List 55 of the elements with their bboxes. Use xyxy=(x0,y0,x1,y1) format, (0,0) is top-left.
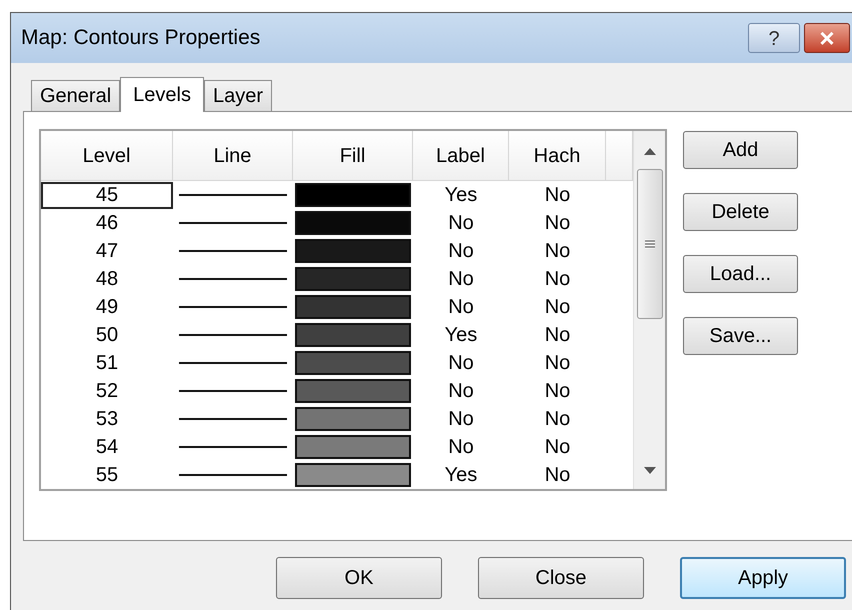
tab[interactable]: General xyxy=(31,80,120,111)
level-cell[interactable]: 55 xyxy=(41,462,173,488)
hach-cell-text: No xyxy=(544,463,572,488)
label-cell-text: No xyxy=(447,267,475,292)
side-button[interactable]: Add xyxy=(683,131,798,169)
hach-cell-text: No xyxy=(544,295,572,320)
scroll-up-icon[interactable] xyxy=(644,147,656,155)
label-cell-text: Yes xyxy=(444,463,478,488)
label-cell-text: Yes xyxy=(444,183,478,208)
column-header[interactable]: Level xyxy=(41,131,173,180)
level-cell[interactable]: 49 xyxy=(41,294,173,320)
hach-cell-text: No xyxy=(544,323,572,348)
side-button[interactable]: Load... xyxy=(683,255,798,293)
hach-cell-text: No xyxy=(544,211,572,236)
level-cell[interactable]: 50 xyxy=(41,322,173,348)
tab[interactable]: Layer xyxy=(204,80,272,111)
column-header[interactable]: Line xyxy=(173,131,293,180)
hach-cell-text: No xyxy=(544,351,572,376)
grip-icon xyxy=(644,240,654,248)
column-header[interactable]: Hach xyxy=(509,131,606,180)
hach-cell-text: No xyxy=(544,435,572,460)
hach-cell-text: No xyxy=(544,183,572,208)
level-cell[interactable]: 45 xyxy=(41,182,173,208)
label-cell-text: No xyxy=(447,379,475,404)
label-cell-text: No xyxy=(447,211,475,236)
column-header[interactable]: Label xyxy=(413,131,509,180)
label-cell-text: Yes xyxy=(444,323,478,348)
label-cell-text: No xyxy=(447,239,475,264)
label-cell-text: No xyxy=(447,351,475,376)
dialog-button[interactable]: Close xyxy=(478,557,644,599)
level-cell[interactable]: 53 xyxy=(41,406,173,432)
dialog-button[interactable]: OK xyxy=(276,557,442,599)
scrollbar[interactable] xyxy=(633,131,665,489)
side-button[interactable]: Delete xyxy=(683,193,798,231)
level-cell[interactable]: 51 xyxy=(41,350,173,376)
hach-cell-text: No xyxy=(544,407,572,432)
dialog-button[interactable]: Apply xyxy=(680,557,846,599)
level-cell[interactable]: 54 xyxy=(41,434,173,460)
scroll-thumb[interactable] xyxy=(636,169,662,319)
label-cell-text: No xyxy=(447,407,475,432)
level-cell[interactable]: 48 xyxy=(41,266,173,292)
column-header[interactable]: Fill xyxy=(293,131,413,180)
level-cell[interactable]: 52 xyxy=(41,378,173,404)
level-cell[interactable]: 47 xyxy=(41,238,173,264)
hach-cell-text: No xyxy=(544,379,572,404)
scroll-down-icon[interactable] xyxy=(644,467,656,475)
window-title: Map: Contours Properties xyxy=(21,25,262,52)
tab[interactable]: Levels xyxy=(120,77,204,112)
level-cell[interactable]: 46 xyxy=(41,210,173,236)
label-cell-text: No xyxy=(447,435,475,460)
side-button[interactable]: Save... xyxy=(683,317,798,355)
hach-cell-text: No xyxy=(544,239,572,264)
label-cell-text: No xyxy=(447,295,475,320)
hach-cell-text: No xyxy=(544,267,572,292)
help-button[interactable]: ? xyxy=(748,23,800,53)
